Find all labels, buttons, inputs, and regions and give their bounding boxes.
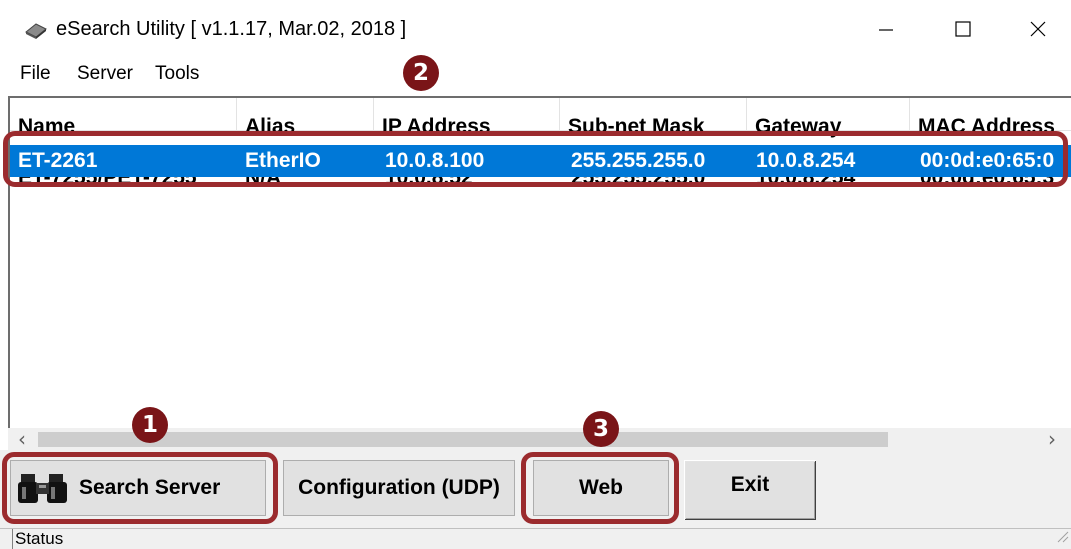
step-badge-3: 3 [583,411,619,447]
scroll-right-arrow-icon[interactable]: › [1048,428,1056,450]
column-header-mac-address[interactable]: MAC Address [910,98,1071,138]
menu-server[interactable]: Server [77,63,133,85]
column-header-name[interactable]: Name [10,98,237,138]
configuration-udp-label: Configuration (UDP) [298,476,500,499]
minimize-icon [877,20,895,43]
step-badge-2: 2 [403,55,439,91]
status-text: Status [12,529,63,549]
exit-button[interactable]: Exit [684,460,816,520]
horizontal-scrollbar[interactable]: ‹ › [8,428,1071,450]
title-bar: eSearch Utility [ v1.1.17, Mar.02, 2018 … [0,0,1071,60]
column-header-ip-address[interactable]: IP Address [374,98,560,138]
selected-row-highlight [3,131,1068,187]
minimize-button[interactable] [856,6,916,56]
maximize-button[interactable] [933,6,993,56]
web-highlight [521,452,679,524]
menu-tools[interactable]: Tools [155,63,199,85]
close-icon [1029,20,1047,43]
resize-grip-icon[interactable] [1055,529,1069,548]
step-badge-1: 1 [132,407,168,443]
column-header-gateway[interactable]: Gateway [747,98,910,138]
status-bar: Status [0,528,1071,549]
scrollbar-thumb[interactable] [38,432,888,447]
column-header-subnet-mask[interactable]: Sub-net Mask [560,98,747,138]
close-button[interactable] [1008,6,1068,56]
app-icon [24,20,48,40]
column-header-alias[interactable]: Alias [237,98,374,138]
maximize-icon [954,20,972,43]
exit-label: Exit [730,473,770,496]
menu-file[interactable]: File [20,63,51,85]
window-title: eSearch Utility [ v1.1.17, Mar.02, 2018 … [56,18,407,40]
search-server-highlight [2,452,278,524]
configuration-udp-button[interactable]: Configuration (UDP) [283,460,515,516]
scroll-left-arrow-icon[interactable]: ‹ [18,428,26,450]
